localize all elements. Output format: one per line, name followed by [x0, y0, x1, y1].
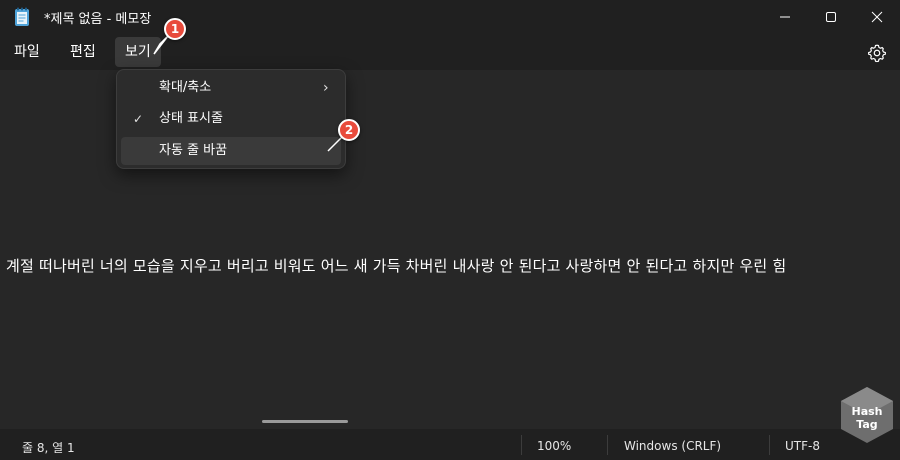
menu-item-zoom[interactable]: 확대/축소 ›: [121, 74, 341, 102]
title-bar: *제목 없음 - 메모장: [0, 0, 900, 34]
horizontal-scrollbar[interactable]: [262, 420, 348, 423]
chevron-right-icon: ›: [323, 80, 329, 96]
window-title: *제목 없음 - 메모장: [44, 12, 152, 27]
line-ending: Windows (CRLF): [624, 439, 722, 453]
status-divider: [607, 435, 608, 455]
menu-item-status-bar[interactable]: ✓ 상태 표시줄: [121, 105, 341, 133]
menu-bar: 파일 편집 보기: [0, 34, 900, 70]
checkmark-icon: ✓: [133, 112, 144, 126]
menu-item-label: 상태 표시줄: [159, 111, 223, 126]
zoom-level: 100%: [537, 439, 572, 453]
minimize-icon: [780, 16, 790, 18]
menu-file[interactable]: 파일: [4, 37, 50, 67]
editor-text: 계절 떠나버린 너의 모습을 지우고 버리고 비워도 어느 새 가득 차버린 내…: [6, 257, 787, 275]
menu-edit[interactable]: 편집: [60, 37, 106, 67]
logo-text-line2: Tag: [856, 418, 877, 431]
cursor-position: 줄 8, 열 1: [22, 441, 75, 455]
encoding: UTF-8: [785, 439, 820, 453]
minimize-button[interactable]: [762, 0, 808, 34]
maximize-button[interactable]: [808, 0, 854, 34]
menu-item-label: 확대/축소: [159, 80, 212, 95]
menu-item-word-wrap[interactable]: 자동 줄 바꿈: [121, 137, 341, 165]
view-dropdown-menu: 확대/축소 › ✓ 상태 표시줄 자동 줄 바꿈: [116, 69, 346, 169]
step-1-badge: 1: [164, 18, 186, 40]
maximize-icon: [826, 12, 836, 22]
close-button[interactable]: [854, 0, 900, 34]
step-2-badge: 2: [338, 119, 360, 141]
hashtag-logo: Hash Tag: [841, 387, 893, 443]
status-bar: 줄 8, 열 1 100% Windows (CRLF) UTF-8: [0, 429, 900, 460]
status-divider: [521, 435, 522, 455]
gear-icon[interactable]: [866, 42, 888, 64]
status-divider: [769, 435, 770, 455]
close-icon: [871, 11, 883, 23]
menu-item-label: 자동 줄 바꿈: [159, 143, 228, 158]
notepad-icon: [15, 7, 29, 26]
logo-text-line1: Hash: [851, 405, 882, 418]
